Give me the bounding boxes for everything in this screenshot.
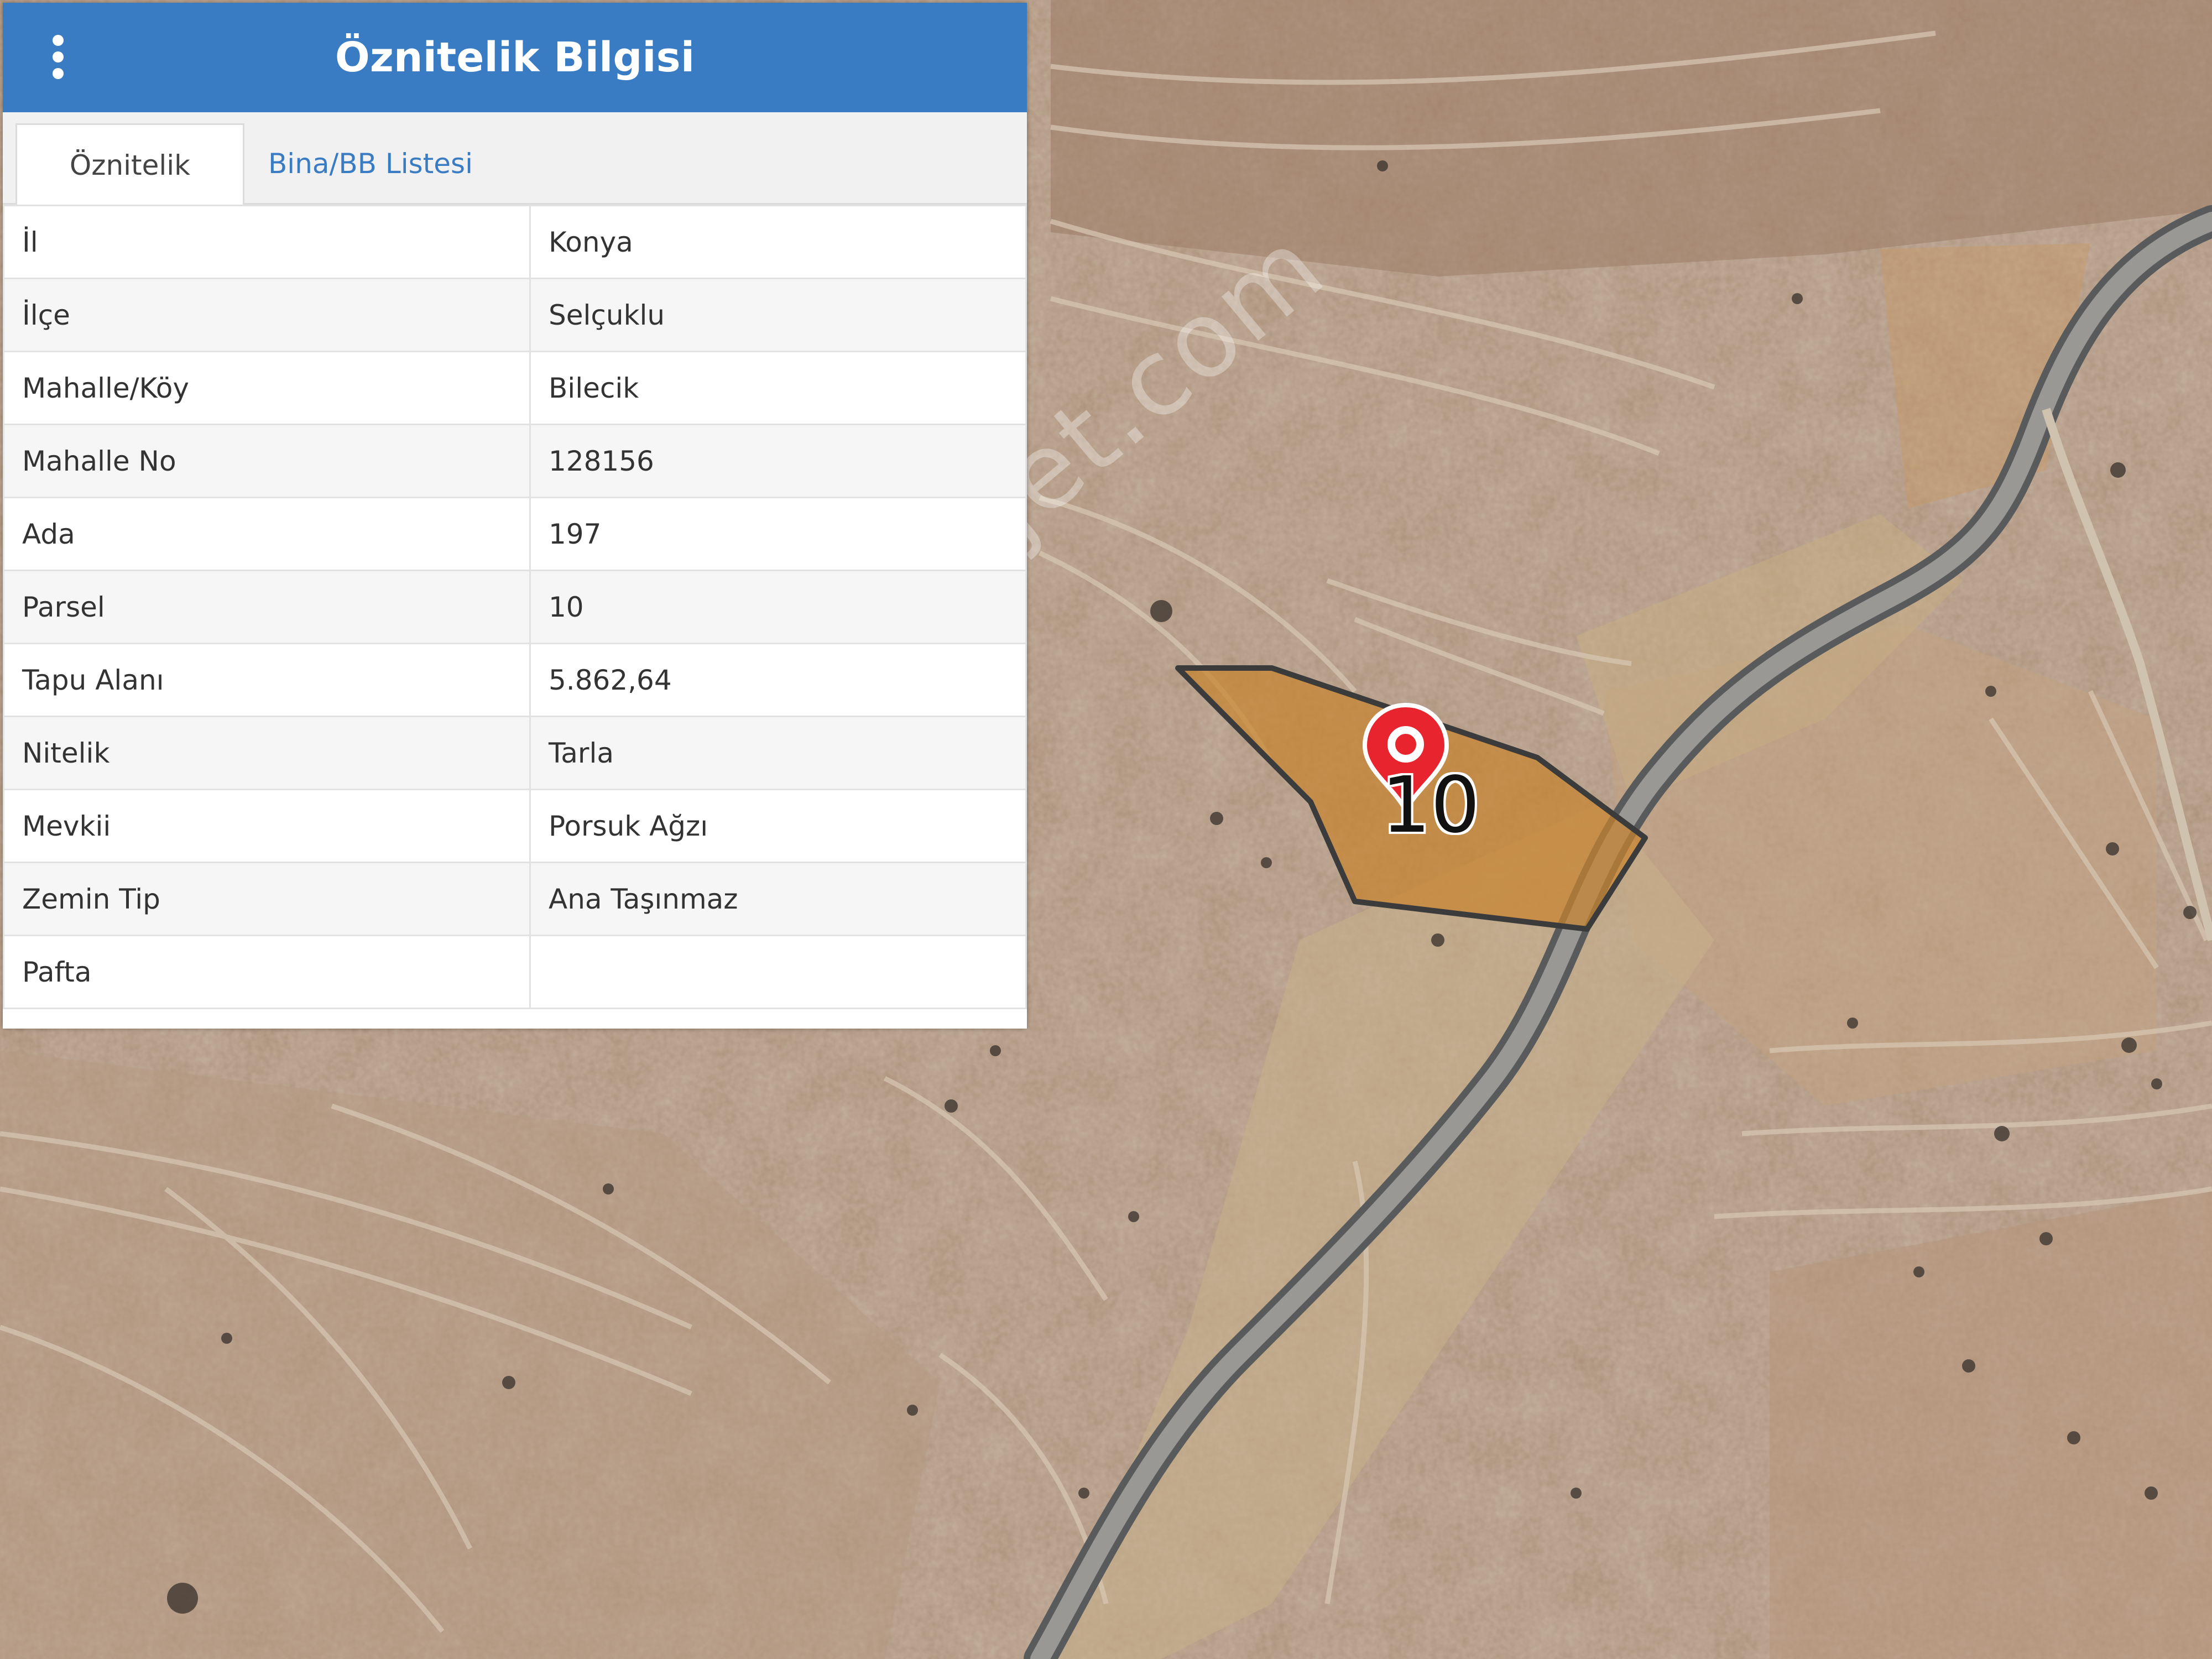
tab-bina-bb-listesi[interactable]: Bina/BB Listesi [252, 123, 489, 205]
attribute-panel: Öznitelik Bilgisi Öznitelik Bilgisi Bina… [3, 3, 1027, 1029]
attribute-value [529, 935, 1027, 1009]
attribute-key: Tapu Alanı [3, 643, 531, 717]
attribute-value: Tarla [529, 716, 1027, 790]
attribute-key: Mevkii [3, 789, 531, 863]
attribute-value: Bilecik [529, 351, 1027, 425]
attribute-key: Zemin Tip [3, 862, 531, 936]
attribute-value: 197 [529, 497, 1027, 571]
panel-header: Öznitelik Bilgisi [3, 3, 1027, 112]
tab-bar: Öznitelik Bilgisi Bina/BB Listesi [3, 112, 1027, 262]
attribute-value: 5.862,64 [529, 643, 1027, 717]
table-row: Nitelik Tarla [3, 716, 1027, 790]
attribute-value: 10 [529, 570, 1027, 644]
table-row: Ada 197 [3, 497, 1027, 571]
panel-title: Öznitelik Bilgisi [335, 34, 695, 81]
attribute-key: Nitelik [3, 716, 531, 790]
attribute-value: Selçuklu [529, 278, 1027, 352]
attribute-key: İlçe [3, 278, 531, 352]
parcel-number-label: 10 [1381, 760, 1480, 851]
attribute-key: Ada [3, 497, 531, 571]
attribute-value: Porsuk Ağzı [529, 789, 1027, 863]
table-row: İl Konya [3, 205, 1027, 279]
attribute-key: Mahalle/Köy [3, 351, 531, 425]
attribute-value: Ana Taşınmaz [529, 862, 1027, 936]
attribute-key: Mahalle No [3, 424, 531, 498]
table-row: Mahalle No 128156 [3, 424, 1027, 498]
attribute-value: 128156 [529, 424, 1027, 498]
attribute-key: Parsel [3, 570, 531, 644]
attribute-value: Konya [529, 205, 1027, 279]
table-row: İlçe Selçuklu [3, 278, 1027, 352]
table-row: Pafta [3, 935, 1027, 1009]
table-row: Parsel 10 [3, 570, 1027, 644]
table-row: Mevkii Porsuk Ağzı [3, 789, 1027, 863]
table-row: Tapu Alanı 5.862,64 [3, 643, 1027, 717]
tab-oznitelik-bilgisi[interactable]: Öznitelik Bilgisi [15, 123, 244, 262]
table-row: Zemin Tip Ana Taşınmaz [3, 862, 1027, 936]
attribute-table: İl Konya İlçe Selçuklu Mahalle/Köy Bilecik … [3, 205, 1027, 1009]
table-row: Mahalle/Köy Bilecik [3, 351, 1027, 425]
attribute-key: Pafta [3, 935, 531, 1009]
attribute-key: İl [3, 205, 531, 279]
